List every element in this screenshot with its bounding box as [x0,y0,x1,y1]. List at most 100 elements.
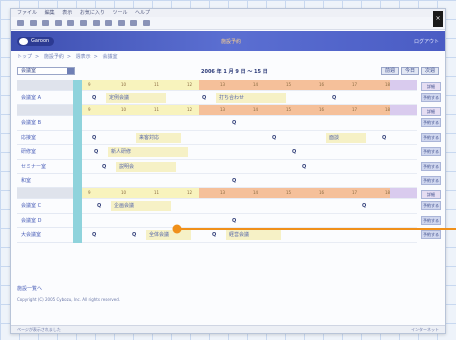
reserve-button[interactable]: 予約する [421,93,441,102]
column-marker [73,130,82,146]
reservation-mark[interactable]: Q [232,177,236,185]
facility-list-link[interactable]: 施設一覧へ [17,285,42,292]
reservation-mark[interactable]: Q [302,163,306,171]
menu-edit[interactable]: 編集 [45,9,55,17]
facility-row: 会議室 C 企画会議 Q Q 予約する [17,199,441,214]
facility-name-link[interactable]: 会議室 B [17,116,73,131]
home-icon[interactable] [67,20,75,26]
logo-icon [19,38,28,45]
mail-icon[interactable] [117,20,125,26]
facility-name-link[interactable]: 会議室 C [17,199,73,214]
time-scale-row: 9 10 11 12 13 14 15 16 17 18 詳細 [17,80,441,91]
reserve-button[interactable]: 予約する [421,215,441,225]
detail-button[interactable]: 詳細 [421,107,441,117]
close-button[interactable]: × [433,11,443,27]
facility-name-link[interactable]: 応接室 [17,131,73,146]
facility-name-link [17,80,73,91]
facility-name-link[interactable]: 大会議室 [17,228,73,243]
reserve-button[interactable]: 予約する [421,175,441,185]
edit-icon[interactable] [142,20,150,26]
reservation-label[interactable]: 定例会議 [109,94,129,102]
reservation-mark[interactable]: Q [92,134,96,142]
breadcrumb-item[interactable]: トップ [17,54,32,60]
today-button[interactable]: 今日 [401,67,419,75]
reservation-mark[interactable]: Q [292,148,296,156]
hour-tick-label: 12 [187,82,193,87]
facility-row: セミナー室 説明会 Q Q 予約する [17,159,441,174]
logout-link[interactable]: ログアウト [414,38,439,45]
reservation-mark[interactable]: Q [202,94,206,102]
reservation-mark[interactable]: Q [332,94,336,102]
facility-name-link[interactable]: セミナー室 [17,160,73,174]
reservation-mark[interactable]: Q [232,217,236,225]
menu-file[interactable]: ファイル [17,9,37,17]
facility-name-link[interactable]: 和室 [17,174,73,189]
reservation-mark[interactable]: Q [102,163,106,171]
reservation-mark[interactable]: Q [94,148,98,156]
schedule-track: 新人研修 Q Q [82,145,417,160]
copyright: Copyright (C) 2005 Cybozu, Inc. All righ… [17,297,121,302]
hour-tick-label: 10 [121,82,127,87]
reservation-mark[interactable]: Q [132,231,136,239]
reservation-label[interactable]: 新人研修 [111,148,131,156]
column-marker [73,213,82,229]
facility-name-link[interactable]: 研修室 [17,145,73,160]
reserve-button[interactable]: 予約する [421,132,441,142]
reservation-label[interactable]: 経営会議 [229,231,249,239]
facility-name-link[interactable]: 会議室 D [17,214,73,229]
schedule-track: Q [82,214,417,229]
reserve-button[interactable]: 予約する [421,147,441,157]
hour-tick-label: 15 [286,107,292,113]
reservation-label[interactable]: 面談 [329,134,339,142]
reserve-button[interactable]: 予約する [421,201,441,211]
detail-button[interactable]: 詳細 [421,190,441,200]
browser-window: ファイル 編集 表示 お気に入り ツール ヘルプ × Garoon 施設予約 ロ… [10,8,446,334]
print-icon[interactable] [130,20,138,26]
menu-tools[interactable]: ツール [112,9,127,17]
reservation-mark[interactable]: Q [232,119,236,127]
reservation-mark[interactable]: Q [92,94,96,102]
forward-icon[interactable] [29,20,37,26]
reservation-mark[interactable]: Q [362,202,366,210]
menu-view[interactable]: 表示 [62,9,72,17]
hour-tick-label: 12 [187,107,193,113]
facility-row: 会議室 B Q 予約する [17,116,441,131]
reservation-mark[interactable]: Q [212,231,216,239]
facility-name-link[interactable]: 会議室 A [17,91,73,106]
reserve-button[interactable]: 予約する [421,230,441,240]
schedule-track: 9 10 11 12 13 14 15 16 17 18 [82,105,417,117]
reservation-mark[interactable]: Q [92,231,96,239]
column-marker [73,159,82,174]
facility-row: 和室 Q 予約する [17,173,441,189]
refresh-icon[interactable] [54,20,62,26]
hour-tick-label: 10 [121,107,127,113]
breadcrumb-item[interactable]: 施設予約 [44,54,64,60]
prev-week-button[interactable]: 前週 [381,67,399,75]
facility-row: 会議室 A 定例会議 Q 打ち合わせ Q Q 予約する [17,91,441,106]
menu-favorites[interactable]: お気に入り [80,9,105,17]
menu-help[interactable]: ヘルプ [135,9,150,17]
breadcrumb-item[interactable]: 週表示 [76,54,91,60]
reservation-mark[interactable]: Q [272,134,276,142]
favorites-icon[interactable] [92,20,100,26]
reserve-button[interactable]: 予約する [421,161,441,171]
reservation-label[interactable]: 企画会議 [114,202,134,210]
app-logo[interactable]: Garoon [17,37,55,46]
next-week-button[interactable]: 次週 [421,67,439,75]
schedule-track: Q 来客対応 Q 面談 Q [82,131,417,146]
history-icon[interactable] [105,20,113,26]
search-icon[interactable] [79,20,87,26]
detail-button[interactable]: 詳細 [421,82,441,91]
back-icon[interactable] [17,20,24,26]
schedule-track: 定例会議 Q 打ち合わせ Q Q [82,91,417,106]
facility-select[interactable]: 会議室 [17,67,75,75]
reservation-label[interactable]: 全体会議 [149,231,169,239]
reservation-mark[interactable]: Q [382,134,386,142]
reservation-label[interactable]: 説明会 [119,163,134,171]
reservation-label[interactable]: 来客対応 [139,134,159,142]
column-marker [73,80,82,91]
reservation-mark[interactable]: Q [97,202,101,210]
reservation-label[interactable]: 打ち合わせ [219,94,244,102]
stop-icon[interactable] [42,20,50,26]
reserve-button[interactable]: 予約する [421,118,441,128]
